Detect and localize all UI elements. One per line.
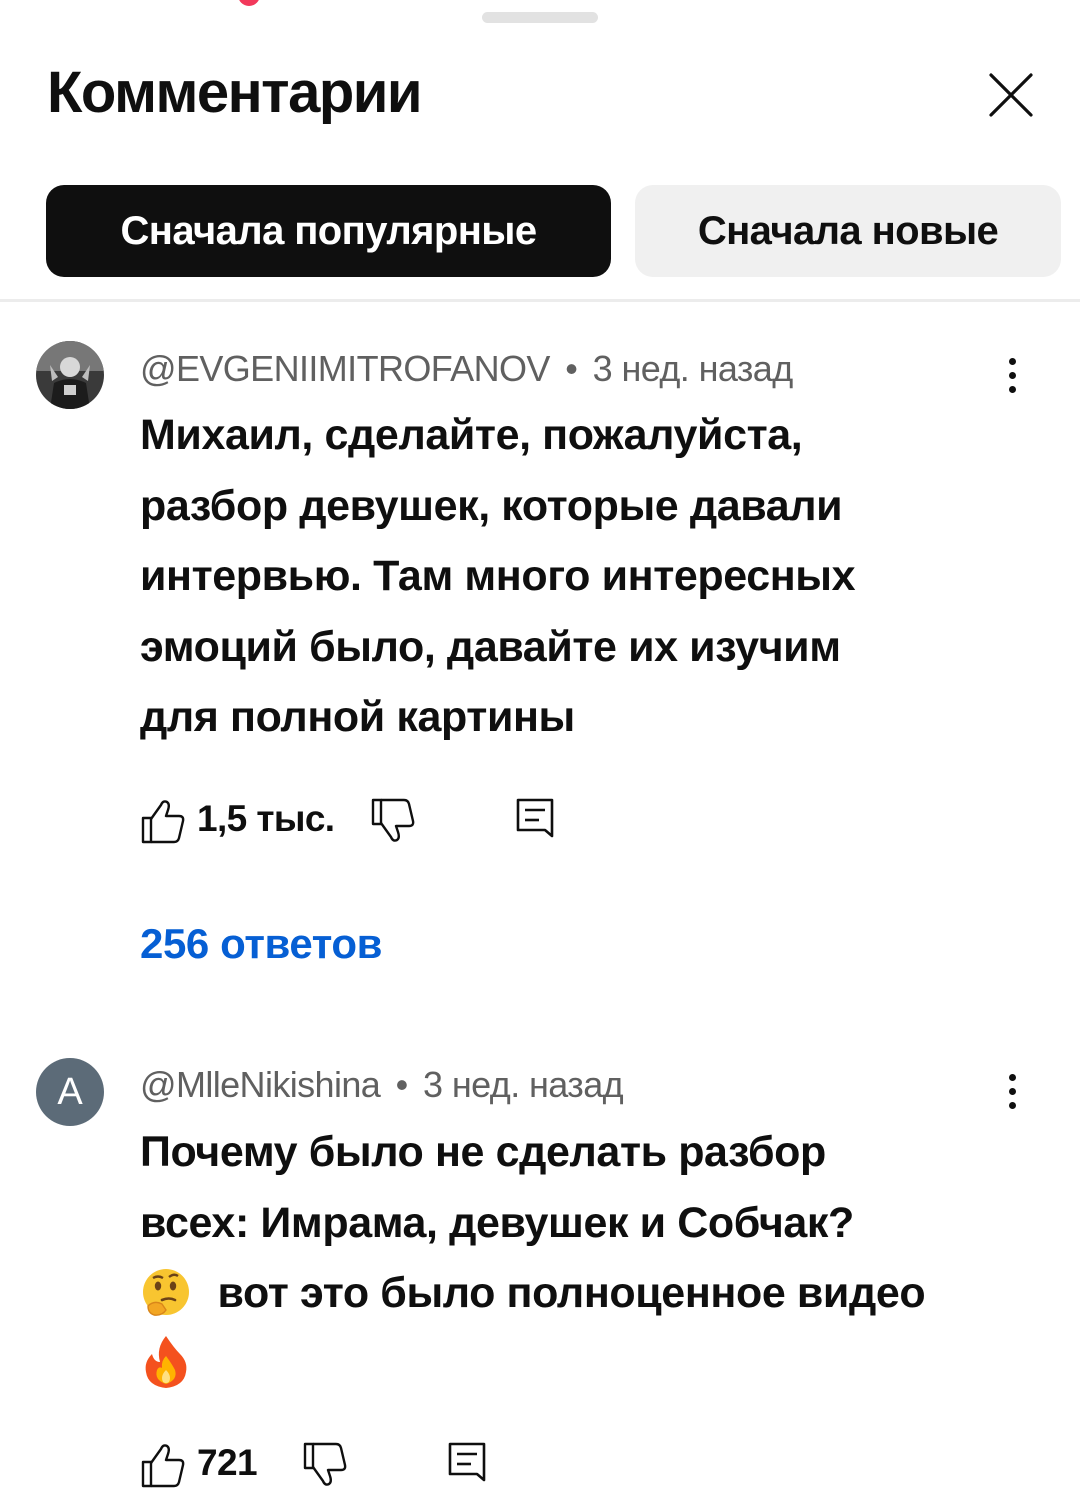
comment-line: Почему было не сделать разбор bbox=[140, 1128, 826, 1176]
header-divider bbox=[0, 299, 1080, 302]
reply-comment-icon bbox=[448, 1442, 486, 1482]
avatar[interactable] bbox=[36, 341, 104, 409]
comment-meta: @MlleNikishina • 3 нед. назад bbox=[140, 1064, 624, 1106]
user-photo-icon bbox=[36, 341, 104, 409]
dislike-button[interactable] bbox=[302, 1434, 350, 1494]
meta-separator: • bbox=[565, 348, 578, 389]
comment-line: всех: Имрама, девушек и Собчак? bbox=[140, 1198, 854, 1247]
comment-meta: @EVGENIIMITROFANOV • 3 нед. назад bbox=[140, 348, 793, 390]
more-vert-dot bbox=[1009, 1102, 1016, 1109]
more-vert-icon bbox=[1009, 1074, 1016, 1081]
comment-time: 3 нед. назад bbox=[423, 1064, 624, 1105]
more-options-button[interactable] bbox=[992, 346, 1032, 406]
comment-line: для полной картины bbox=[140, 693, 575, 741]
sort-chips: Сначала популярные Сначала новые bbox=[46, 185, 1061, 277]
reply-button[interactable] bbox=[444, 1434, 492, 1494]
comment-line: интервью. Там много интересных bbox=[140, 552, 856, 600]
thumb-down-icon bbox=[303, 1442, 347, 1486]
fire-emoji bbox=[145, 1336, 187, 1389]
thumb-up-icon bbox=[141, 1444, 185, 1488]
like-button[interactable] bbox=[140, 1434, 188, 1494]
more-vert-dot bbox=[1009, 372, 1016, 379]
comment-line: вот это было полноценное видео bbox=[217, 1269, 926, 1317]
comment-time: 3 нед. назад bbox=[592, 348, 794, 389]
like-count: 1,5 тыс. bbox=[197, 798, 335, 839]
sort-chip-newest[interactable]: Сначала новые bbox=[635, 185, 1061, 277]
comment-line-with-emoji: вот это было полноценное видео bbox=[140, 1258, 1040, 1329]
comment-author[interactable]: @EVGENIIMITROFANOV bbox=[140, 348, 550, 389]
thinking-face-emoji bbox=[143, 1268, 189, 1316]
view-replies-link[interactable]: 256 ответов bbox=[140, 920, 382, 968]
dislike-button[interactable] bbox=[370, 790, 418, 850]
thumb-down-icon bbox=[371, 798, 415, 842]
close-icon bbox=[989, 73, 1033, 117]
comment-line: эмоций было, давайте их изучим bbox=[140, 622, 841, 671]
sort-chip-popular[interactable]: Сначала популярные bbox=[46, 185, 611, 277]
reply-comment-icon bbox=[516, 798, 554, 838]
more-vert-dot bbox=[1009, 1088, 1016, 1095]
more-vert-dot bbox=[1009, 386, 1016, 393]
comment-text: Почему было не сделать разбор всех: Имра… bbox=[140, 1117, 1040, 1399]
more-options-button[interactable] bbox=[992, 1062, 1032, 1122]
sheet-title: Комментарии bbox=[47, 60, 423, 125]
meta-separator: • bbox=[395, 1064, 409, 1105]
comment-line: разбор девушек, которые давали bbox=[140, 481, 843, 530]
thumb-up-icon bbox=[141, 800, 185, 844]
avatar-letter: A bbox=[57, 1070, 83, 1113]
comment-text: Михаил, сделайте, пожалуйста, разбор дев… bbox=[140, 400, 1040, 753]
drag-handle[interactable] bbox=[482, 12, 598, 23]
notification-dot bbox=[238, 0, 260, 6]
more-vert-icon bbox=[1009, 358, 1016, 365]
like-button[interactable] bbox=[140, 790, 188, 850]
reply-button[interactable] bbox=[512, 790, 560, 850]
avatar[interactable]: A bbox=[36, 1058, 104, 1126]
like-count: 721 bbox=[197, 1442, 258, 1483]
close-button[interactable] bbox=[980, 64, 1042, 126]
comment-line: Михаил, сделайте, пожалуйста, bbox=[140, 411, 803, 459]
comment-line-emoji-only bbox=[140, 1329, 1040, 1400]
comment-author[interactable]: @MlleNikishina bbox=[140, 1064, 381, 1105]
